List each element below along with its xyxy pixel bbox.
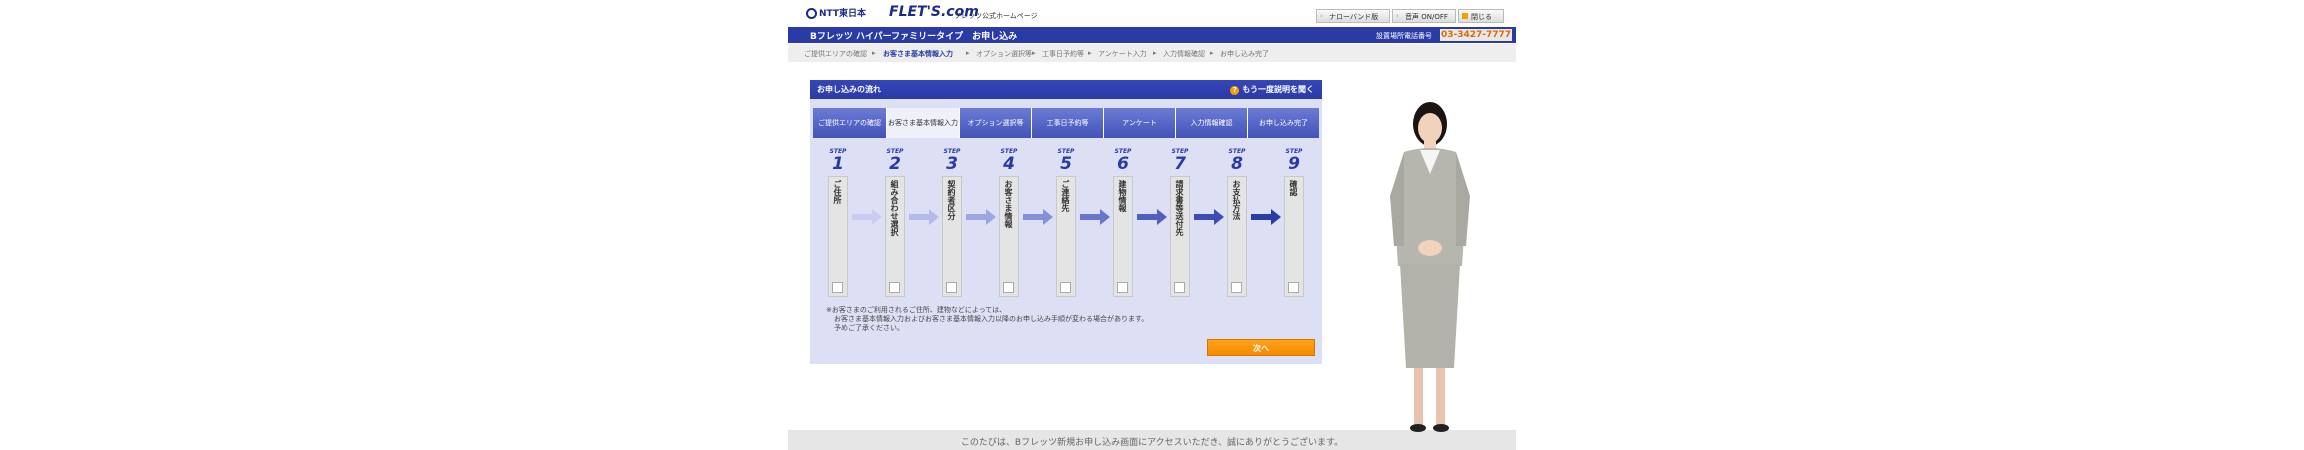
panel-title: お申し込みの流れ [817, 85, 881, 94]
step-5: STEP 5 ご連絡先 [1055, 148, 1077, 298]
top-header: NTT東日本 FLET'S.com フレッツ公式ホームページ › ナローバンド版… [788, 0, 1516, 26]
close-icon [1462, 13, 1468, 19]
tab-area-check[interactable]: ご提供エリアの確認 [813, 108, 887, 138]
replay-explanation-button[interactable]: ? もう一度説明を聞く [1230, 84, 1314, 95]
notice-text: ※お客さまのご利用されるご住所、建物などによっては、 お客さま基本情報入力および… [826, 306, 1149, 332]
panel-header: お申し込みの流れ ? もう一度説明を聞く [810, 80, 1322, 99]
breadcrumb-item: アンケート入力 [1098, 50, 1147, 58]
step-tabs: ご提供エリアの確認 お客さま基本情報入力 オプション選択等 工事日予約等 アンケ… [813, 108, 1319, 138]
ntt-logo[interactable]: NTT東日本 [806, 6, 866, 19]
step-checkbox[interactable] [832, 282, 843, 293]
step-1: STEP 1 ご住所 [827, 148, 849, 298]
steps-area: STEP 1 ご住所 STEP 2 組み合わせ選択 STEP 3 契約者区分 S… [820, 148, 1312, 298]
close-button[interactable]: 閉じる [1458, 9, 1504, 23]
page-title: Bフレッツ ハイパーファミリータイプ お申し込み [810, 32, 1018, 42]
step-8: STEP 8 お支払方法 [1226, 148, 1248, 298]
tab-complete[interactable]: お申し込み完了 [1248, 108, 1319, 138]
step-checkbox[interactable] [1231, 282, 1242, 293]
narrowband-button[interactable]: › ナローバンド版 [1316, 9, 1390, 23]
breadcrumb-item: 入力情報確認 [1163, 50, 1205, 58]
step-2: STEP 2 組み合わせ選択 [884, 148, 906, 298]
step-checkbox[interactable] [946, 282, 957, 293]
arrow-right-icon [1023, 209, 1053, 225]
question-icon: ? [1230, 86, 1240, 95]
title-bar: Bフレッツ ハイパーファミリータイプ お申し込み 設置場所電話番号 03-342… [788, 27, 1516, 43]
breadcrumb-item: オプション選択等 [976, 50, 1032, 58]
step-3: STEP 3 契約者区分 [941, 148, 963, 298]
breadcrumb-item: ご提供エリアの確認 [804, 50, 867, 58]
bullet-icon: › [1396, 12, 1399, 20]
footer-message: このたびは、Bフレッツ新規お申し込み画面にアクセスいただき、誠にありがとうござい… [960, 438, 1344, 448]
tab-options[interactable]: オプション選択等 [960, 108, 1032, 138]
step-6: STEP 6 建物情報 [1112, 148, 1134, 298]
step-9: STEP 9 確認 [1283, 148, 1305, 298]
step-checkbox[interactable] [889, 282, 900, 293]
bullet-icon: › [1320, 12, 1323, 20]
breadcrumb-item-current: お客さま基本情報入力 [883, 50, 953, 58]
arrow-right-icon [1137, 209, 1167, 225]
arrow-right-icon [852, 209, 882, 225]
guide-avatar [1390, 102, 1470, 432]
flets-subtitle: フレッツ公式ホームページ [954, 12, 1038, 20]
step-checkbox[interactable] [1117, 282, 1128, 293]
step-checkbox[interactable] [1174, 282, 1185, 293]
arrow-right-icon [1080, 209, 1110, 225]
flow-panel: お申し込みの流れ ? もう一度説明を聞く ご提供エリアの確認 お客さま基本情報入力… [810, 80, 1322, 364]
breadcrumb-item: 工事日予約等 [1042, 50, 1084, 58]
step-checkbox[interactable] [1060, 282, 1071, 293]
phone-label: 設置場所電話番号 [1376, 32, 1432, 40]
step-checkbox[interactable] [1288, 282, 1299, 293]
breadcrumb-item: お申し込み完了 [1220, 50, 1269, 58]
tab-survey[interactable]: アンケート [1104, 108, 1176, 138]
audio-toggle-button[interactable]: › 音声 ON/OFF [1392, 9, 1456, 23]
tab-construction[interactable]: 工事日予約等 [1032, 108, 1104, 138]
step-checkbox[interactable] [1003, 282, 1014, 293]
phone-number: 03-3427-7777 [1440, 29, 1512, 41]
arrow-right-icon [1251, 209, 1281, 225]
tab-confirm[interactable]: 入力情報確認 [1176, 108, 1248, 138]
arrow-right-icon [909, 209, 939, 225]
step-7: STEP 7 請求書等送付先 [1169, 148, 1191, 298]
step-4: STEP 4 お客さま情報 [998, 148, 1020, 298]
arrow-right-icon [966, 209, 996, 225]
tab-basic-info[interactable]: お客さま基本情報入力 [887, 108, 960, 138]
arrow-right-icon [1194, 209, 1224, 225]
breadcrumb: ご提供エリアの確認 ▸ お客さま基本情報入力 ▸ オプション選択等 ▸ 工事日予… [788, 44, 1516, 62]
next-button[interactable]: 次へ [1207, 339, 1315, 356]
